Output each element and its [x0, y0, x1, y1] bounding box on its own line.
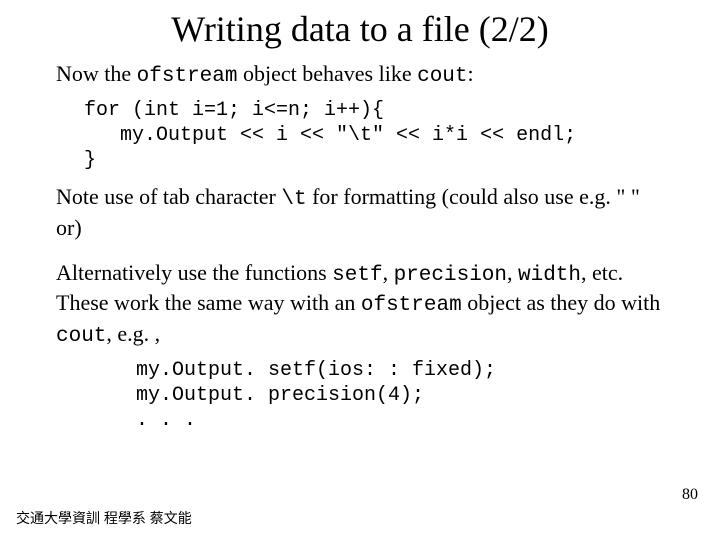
code-block-loop: for (int i=1; i<=n; i++){ my.Output << i… [84, 98, 664, 173]
cout-keyword: cout [417, 65, 467, 88]
slide: Writing data to a file (2/2) Now the ofs… [0, 0, 720, 540]
setf-code: setf [332, 264, 382, 287]
cout-code: cout [56, 325, 106, 348]
alt-3: , [507, 260, 518, 285]
slide-title: Writing data to a file (2/2) [56, 8, 664, 50]
footer-text: 交通大學資訓 程學系 蔡文能 [16, 508, 192, 528]
alt-6: , e.g. , [106, 321, 160, 346]
intro-line: Now the ofstream object behaves like cou… [56, 60, 664, 90]
intro-mid: object behaves like [237, 61, 417, 86]
ofstream-keyword: ofstream [137, 65, 238, 88]
intro-post: : [468, 61, 474, 86]
alt-5: object as they do with [462, 290, 661, 315]
note-pre: Note use of tab character [56, 184, 281, 209]
page-number: 80 [682, 486, 698, 504]
width-code: width [518, 264, 581, 287]
code-block-setf: my.Output. setf(ios: : fixed); my.Output… [136, 358, 664, 433]
alt-line: Alternatively use the functions setf, pr… [56, 259, 664, 350]
alt-1: Alternatively use the functions [56, 260, 332, 285]
note-line: Note use of tab character \t for formatt… [56, 183, 664, 241]
intro-pre: Now the [56, 61, 137, 86]
precision-code: precision [394, 264, 507, 287]
tab-char-code: \t [281, 188, 306, 211]
alt-2: , [383, 260, 394, 285]
ofstream-code: ofstream [361, 294, 462, 317]
